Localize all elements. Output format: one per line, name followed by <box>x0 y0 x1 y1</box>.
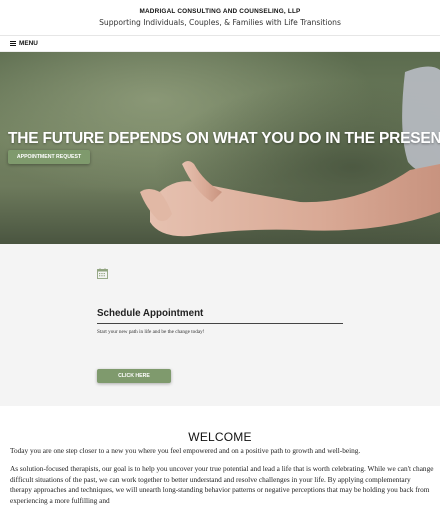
brand-name[interactable]: MADRIGAL CONSULTING AND COUNSELING, LLP <box>0 8 440 15</box>
hero-heading: THE FUTURE DEPENDS ON WHAT YOU DO IN THE… <box>8 130 440 147</box>
calendar-icon <box>97 268 108 279</box>
meditation-hand-image <box>0 52 440 244</box>
click-here-button[interactable]: CLICK HERE <box>97 369 171 383</box>
schedule-section: Schedule Appointment Start your new path… <box>0 244 440 406</box>
menu-label[interactable]: MENU <box>19 40 38 47</box>
menu-toggle[interactable]: MENU <box>0 36 440 52</box>
welcome-intro: Today you are one step closer to a new y… <box>10 446 361 455</box>
site-header: MADRIGAL CONSULTING AND COUNSELING, LLP … <box>0 0 440 36</box>
schedule-text: Start your new path in life and be the c… <box>97 329 205 335</box>
welcome-body: As solution-focused therapists, our goal… <box>10 464 434 505</box>
hero-banner: THE FUTURE DEPENDS ON WHAT YOU DO IN THE… <box>0 52 440 244</box>
appointment-request-button[interactable]: APPOINTMENT REQUEST <box>8 150 90 164</box>
title-divider <box>97 323 343 324</box>
hamburger-icon[interactable] <box>10 41 16 46</box>
welcome-section: WELCOME Today you are one step closer to… <box>0 406 440 520</box>
welcome-title: WELCOME <box>188 430 252 444</box>
brand-tagline: Supporting Individuals, Couples, & Famil… <box>99 18 341 27</box>
schedule-title: Schedule Appointment <box>97 308 204 319</box>
